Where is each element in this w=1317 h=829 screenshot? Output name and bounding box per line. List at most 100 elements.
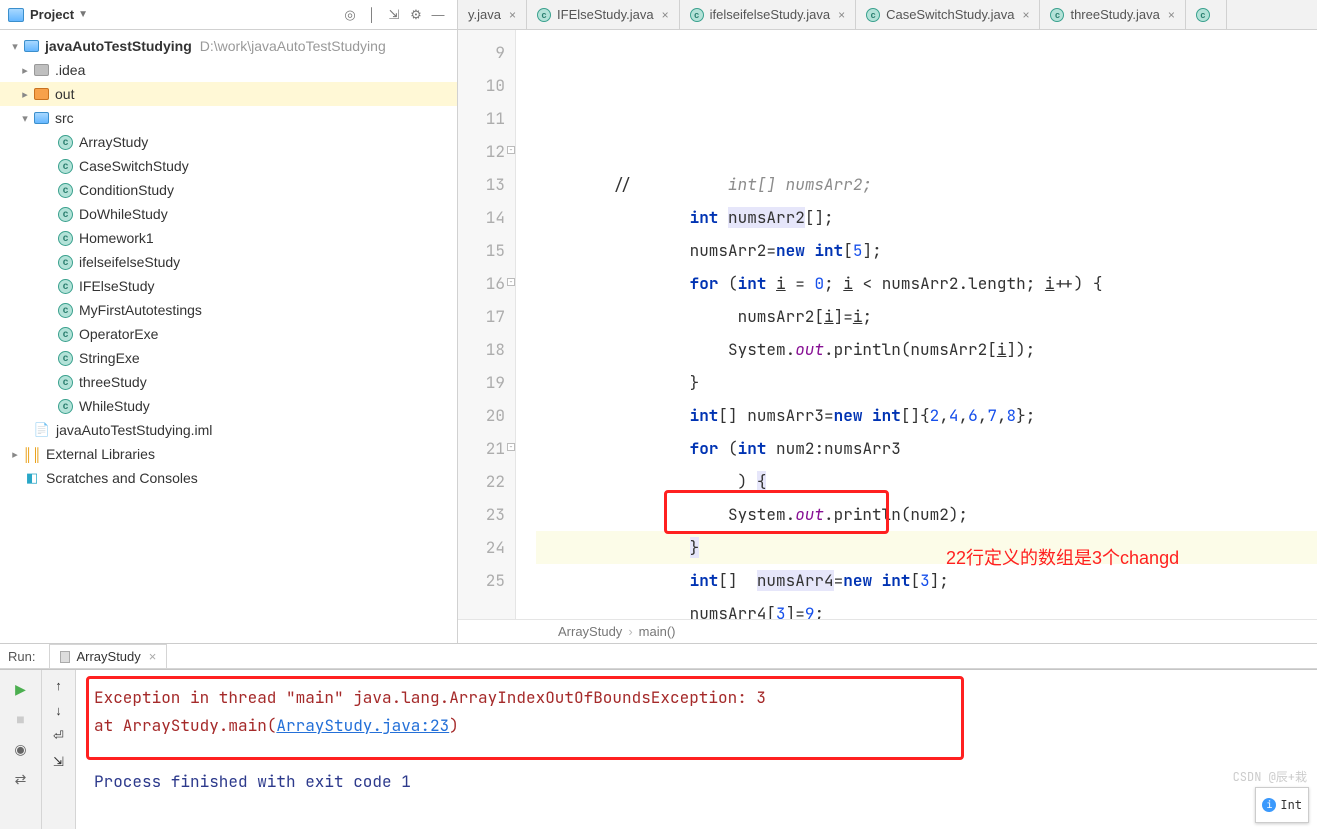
run-toolbar-mid: ↑ ↓ ⏎ ⇲: [42, 670, 76, 829]
run-config-icon: [60, 651, 70, 663]
wrap-icon[interactable]: ⏎: [53, 728, 64, 744]
folder-icon: [34, 88, 49, 100]
tab-ifelseifelseStudy-java[interactable]: cifelseifelseStudy.java×: [680, 0, 856, 29]
run-toolbar-left: ▶ ■ ◉ ⇄: [0, 670, 42, 829]
class-icon: c: [690, 8, 704, 22]
class-icon: c: [58, 351, 73, 366]
run-button[interactable]: ▶: [10, 678, 32, 700]
editor-area: y.java×cIFElseStudy.java×cifelseifelseSt…: [458, 0, 1317, 643]
info-popup[interactable]: i Int: [1255, 787, 1309, 823]
class-icon: c: [1196, 8, 1210, 22]
tree-class-IFElseStudy[interactable]: cIFElseStudy: [0, 274, 457, 298]
gear-icon[interactable]: ⚙: [405, 4, 427, 26]
code-line-14[interactable]: System.out.println(numsArr2[i]);: [536, 333, 1317, 366]
expand-icon[interactable]: ⇲: [383, 4, 405, 26]
stacktrace-line: at ArrayStudy.main(: [94, 715, 276, 736]
tree-class-ArrayStudy[interactable]: cArrayStudy: [0, 130, 457, 154]
class-icon: c: [58, 399, 73, 414]
tree-root[interactable]: ▾ javaAutoTestStudying D:\work\javaAutoT…: [0, 34, 457, 58]
tree-class-ifelseifelseStudy[interactable]: cifelseifelseStudy: [0, 250, 457, 274]
project-tree[interactable]: ▾ javaAutoTestStudying D:\work\javaAutoT…: [0, 30, 457, 643]
hide-icon[interactable]: —: [427, 4, 449, 26]
tree-iml[interactable]: 📄javaAutoTestStudying.iml: [0, 418, 457, 442]
code-line-11[interactable]: numsArr2=new int[5];: [536, 234, 1317, 267]
code-line-10[interactable]: int numsArr2[];: [536, 201, 1317, 234]
tree-class-Homework1[interactable]: cHomework1: [0, 226, 457, 250]
tab-threeStudy-java[interactable]: cthreeStudy.java×: [1040, 0, 1185, 29]
tab-IFElseStudy-java[interactable]: cIFElseStudy.java×: [527, 0, 680, 29]
close-icon[interactable]: ×: [149, 649, 157, 664]
folder-icon: [34, 112, 49, 124]
gutter: 9101112-13141516-1718192021-22232425: [458, 30, 516, 619]
tree-class-WhileStudy[interactable]: cWhileStudy: [0, 394, 457, 418]
module-icon: [24, 40, 39, 52]
annotation-text: 22行定义的数组是3个changd 然后初始化数组的第4个变量是9 所以超出的数…: [946, 488, 1200, 619]
tree-class-CaseSwitchStudy[interactable]: cCaseSwitchStudy: [0, 154, 457, 178]
editor-tabbar: y.java×cIFElseStudy.java×cifelseifelseSt…: [458, 0, 1317, 30]
project-header: Project ▼ ◎ │ ⇲ ⚙ —: [0, 0, 457, 30]
code-line-18[interactable]: for (int num2:numsArr3: [536, 432, 1317, 465]
divider: │: [361, 4, 383, 26]
export-icon[interactable]: ⇲: [53, 754, 64, 770]
tab-more[interactable]: c: [1186, 0, 1227, 29]
tree-folder-out[interactable]: ▸out: [0, 82, 457, 106]
close-icon[interactable]: ×: [838, 8, 845, 22]
tree-scratches[interactable]: ◧Scratches and Consoles: [0, 466, 457, 490]
code-line-12[interactable]: for (int i = 0; i < numsArr2.length; i++…: [536, 267, 1317, 300]
tab-y-java[interactable]: y.java×: [458, 0, 527, 29]
code-line-13[interactable]: numsArr2[i]=i;: [536, 300, 1317, 333]
root-path: D:\work\javaAutoTestStudying: [200, 38, 386, 54]
up-icon[interactable]: ↑: [55, 678, 62, 693]
stacktrace-link[interactable]: ArrayStudy.java:23: [276, 715, 449, 736]
tree-class-MyFirstAutotestings[interactable]: cMyFirstAutotestings: [0, 298, 457, 322]
class-icon: c: [58, 255, 73, 270]
code-editor[interactable]: 9101112-13141516-1718192021-22232425 22行…: [458, 30, 1317, 619]
down-icon[interactable]: ↓: [55, 703, 62, 718]
class-icon: c: [58, 279, 73, 294]
chevron-down-icon[interactable]: ▼: [78, 9, 88, 20]
class-icon: c: [58, 231, 73, 246]
close-icon[interactable]: ×: [1022, 8, 1029, 22]
class-icon: c: [58, 207, 73, 222]
exception-line: Exception in thread "main" java.lang.Arr…: [94, 684, 1299, 712]
class-icon: c: [58, 375, 73, 390]
breadcrumb[interactable]: ArrayStudy › main(): [458, 619, 1317, 643]
project-title[interactable]: Project: [30, 7, 74, 22]
folder-icon: [34, 64, 49, 76]
breadcrumb-class[interactable]: ArrayStudy: [558, 624, 622, 639]
class-icon: c: [866, 8, 880, 22]
stop-button[interactable]: ■: [10, 708, 32, 730]
settings-icon[interactable]: ⇄: [10, 768, 32, 790]
tree-class-StringExe[interactable]: cStringExe: [0, 346, 457, 370]
library-icon: ║║: [24, 446, 40, 462]
class-icon: c: [58, 135, 73, 150]
tree-class-ConditionStudy[interactable]: cConditionStudy: [0, 178, 457, 202]
scratch-icon: ◧: [24, 470, 40, 486]
close-icon[interactable]: ×: [1168, 8, 1175, 22]
class-icon: c: [537, 8, 551, 22]
camera-icon[interactable]: ◉: [10, 738, 32, 760]
tree-external-libs[interactable]: ▸║║External Libraries: [0, 442, 457, 466]
tree-class-threeStudy[interactable]: cthreeStudy: [0, 370, 457, 394]
class-icon: c: [58, 183, 73, 198]
class-icon: c: [58, 327, 73, 342]
tree-class-OperatorExe[interactable]: cOperatorExe: [0, 322, 457, 346]
tab-CaseSwitchStudy-java[interactable]: cCaseSwitchStudy.java×: [856, 0, 1040, 29]
class-icon: c: [58, 159, 73, 174]
code-line-9[interactable]: // int[] numsArr2;: [536, 168, 1317, 201]
tree-folder-src[interactable]: ▾src: [0, 106, 457, 130]
code-line-16[interactable]: }: [536, 366, 1317, 399]
run-tab[interactable]: ArrayStudy ×: [49, 644, 167, 668]
close-icon[interactable]: ×: [509, 8, 516, 22]
class-icon: c: [58, 303, 73, 318]
close-icon[interactable]: ×: [662, 8, 669, 22]
run-output[interactable]: Exception in thread "main" java.lang.Arr…: [76, 670, 1317, 829]
target-icon[interactable]: ◎: [339, 4, 361, 26]
tree-folder-idea[interactable]: ▸.idea: [0, 58, 457, 82]
code-line-17[interactable]: int[] numsArr3=new int[]{2,4,6,7,8};: [536, 399, 1317, 432]
run-header: Run: ArrayStudy ×: [0, 644, 1317, 669]
tree-class-DoWhileStudy[interactable]: cDoWhileStudy: [0, 202, 457, 226]
info-icon: i: [1262, 798, 1276, 812]
breadcrumb-method[interactable]: main(): [639, 624, 676, 639]
code-body[interactable]: 22行定义的数组是3个changd 然后初始化数组的第4个变量是9 所以超出的数…: [516, 30, 1317, 619]
